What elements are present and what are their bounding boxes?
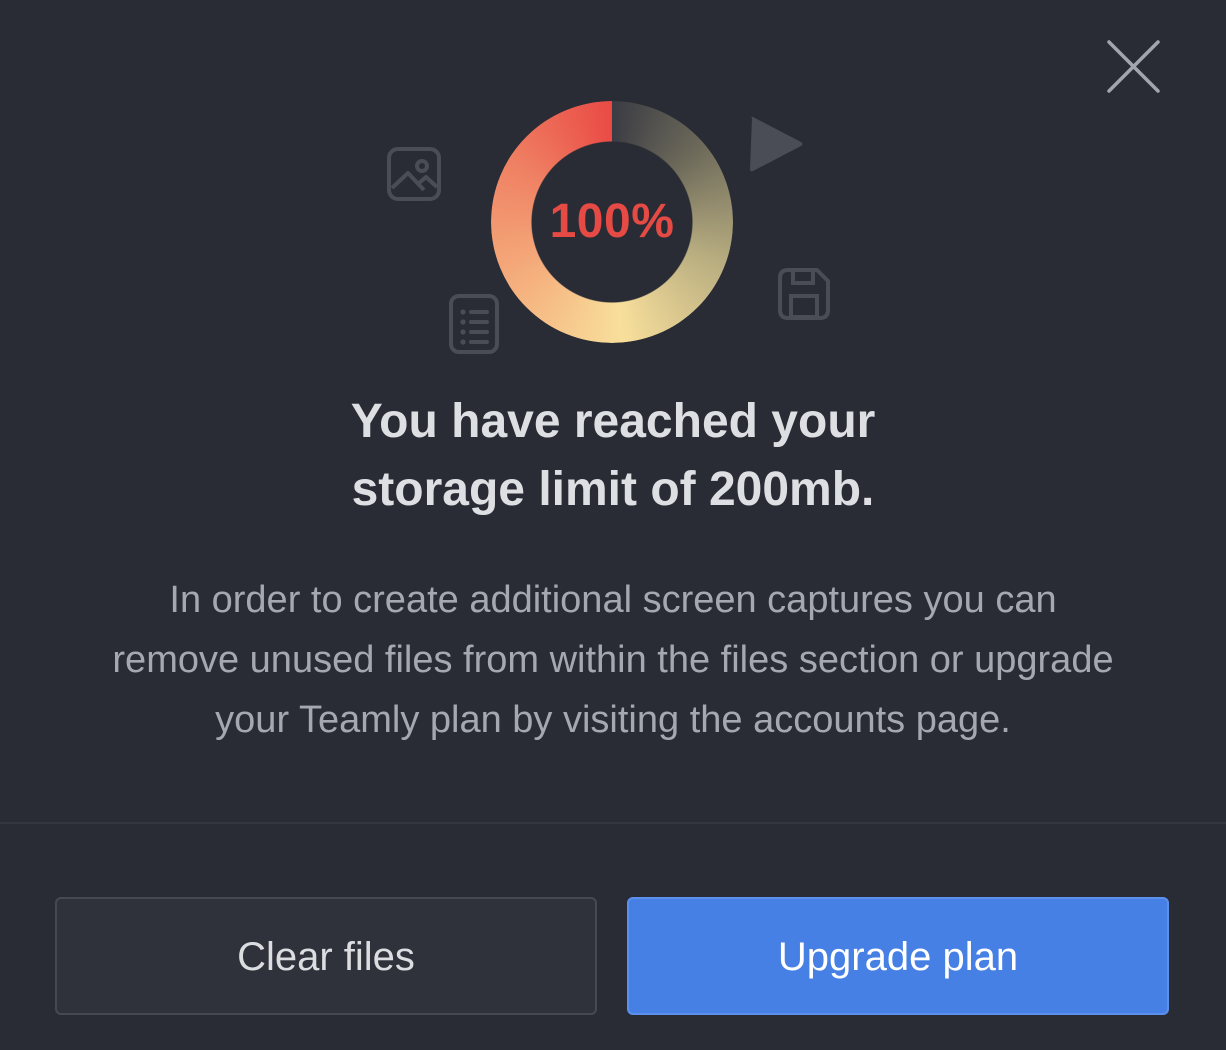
- footer-divider: [0, 822, 1226, 824]
- storage-limit-dialog: 100% You have reached your storage limit…: [0, 0, 1226, 1050]
- play-icon: [746, 112, 806, 176]
- dialog-title-line-1: You have reached your: [350, 395, 876, 448]
- storage-illustration: 100%: [0, 0, 1226, 370]
- dialog-description-line-1: In order to create additional screen cap…: [169, 579, 1057, 621]
- storage-usage-ring: 100%: [491, 101, 733, 343]
- upgrade-plan-button[interactable]: Upgrade plan: [627, 897, 1169, 1015]
- floppy-disk-icon: [776, 266, 832, 322]
- dialog-description-line-3: your Teamly plan by visiting the account…: [215, 699, 1011, 741]
- dialog-title-line-2: storage limit of 200mb.: [351, 463, 875, 516]
- storage-percent-label: 100%: [549, 195, 675, 248]
- image-icon: [386, 146, 442, 202]
- clear-files-button[interactable]: Clear files: [55, 897, 597, 1015]
- dialog-title: You have reached your storage limit of 2…: [0, 388, 1226, 524]
- dialog-description: In order to create additional screen cap…: [30, 570, 1196, 750]
- dialog-description-line-2: remove unused files from within the file…: [112, 639, 1114, 681]
